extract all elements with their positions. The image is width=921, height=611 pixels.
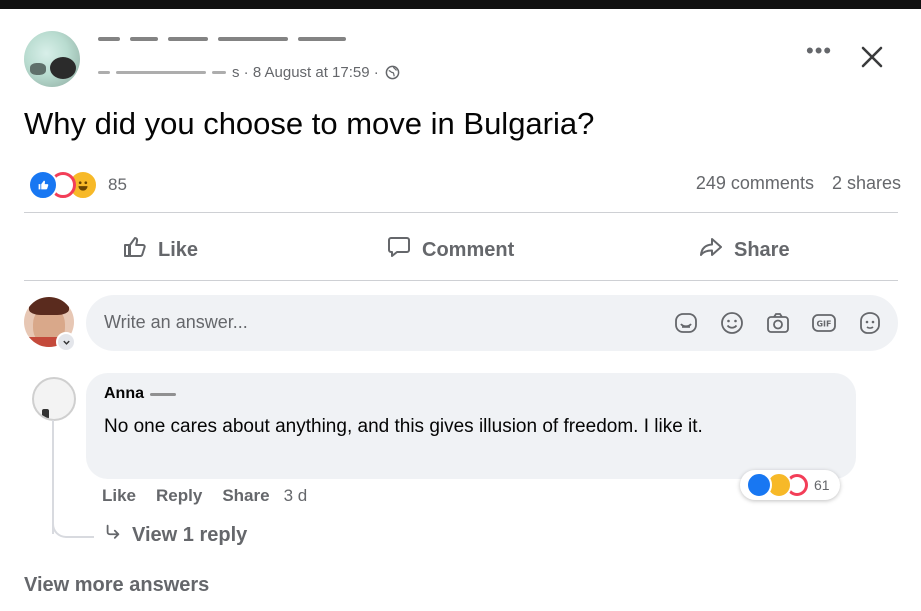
close-icon[interactable] [855,40,889,74]
share-button[interactable]: Share [698,233,790,267]
comment-bubble: Anna No one cares about anything, and th… [86,373,856,479]
comment-share-link[interactable]: Share [222,486,269,506]
divider [24,212,898,213]
comment-button[interactable]: Comment [386,233,514,267]
post-reactions[interactable]: 85 [28,170,127,200]
emoji-icon[interactable] [718,309,746,337]
share-label: Share [734,238,790,261]
view-replies-label: View 1 reply [132,523,248,546]
comment-author-name[interactable]: Anna [104,385,144,403]
view-more-answers-link[interactable]: View more answers [24,574,209,597]
share-icon [698,234,724,266]
like-reaction-icon [28,170,58,200]
comment-timestamp[interactable]: 3 d [284,486,308,506]
globe-icon [385,65,400,80]
composer-tools: GIF [672,309,884,337]
reply-arrow-icon [104,523,122,547]
sticker-icon[interactable] [672,309,700,337]
comment-actions: Like Reply Share 3 d [102,486,307,506]
like-reaction-icon [746,472,772,498]
post-date[interactable]: s · 8 August at 17:59 · [232,64,379,81]
chevron-down-icon[interactable] [56,332,76,352]
like-icon [122,234,148,266]
answer-composer[interactable]: Write an answer... GIF [86,295,898,351]
post-author-name-redacted[interactable] [98,28,356,50]
answer-input-placeholder[interactable]: Write an answer... [104,312,248,333]
comment-reaction-count: 61 [814,477,830,493]
commenter-avatar[interactable] [32,377,76,421]
post-author-avatar[interactable] [24,31,80,87]
like-label: Like [158,238,199,261]
gif-icon[interactable]: GIF [810,309,838,337]
like-button[interactable]: Like [122,233,198,267]
thread-connector [52,510,94,538]
post-meta: s · 8 August at 17:59 · [98,64,400,81]
comment-like-link[interactable]: Like [102,486,136,506]
more-icon[interactable]: ••• [806,40,832,62]
post-stats: 249 comments 2 shares [696,173,901,194]
comment-text: No one cares about anything, and this gi… [104,416,703,437]
top-bar [0,0,921,9]
shares-count[interactable]: 2 shares [832,173,901,194]
reaction-count[interactable]: 85 [108,175,127,195]
avatar-sticker-icon[interactable] [856,309,884,337]
comment-author[interactable]: Anna [104,385,176,403]
camera-icon[interactable] [764,309,792,337]
comment-reactions[interactable]: 61 [740,470,840,500]
comment-reply-link[interactable]: Reply [156,486,202,506]
post-title: Why did you choose to move in Bulgaria? [24,106,595,141]
svg-text:GIF: GIF [816,320,831,329]
comment-label: Comment [422,238,515,261]
divider [24,280,898,281]
view-replies-link[interactable]: View 1 reply [104,523,247,547]
comments-count[interactable]: 249 comments [696,173,814,194]
comment-icon [386,234,412,266]
